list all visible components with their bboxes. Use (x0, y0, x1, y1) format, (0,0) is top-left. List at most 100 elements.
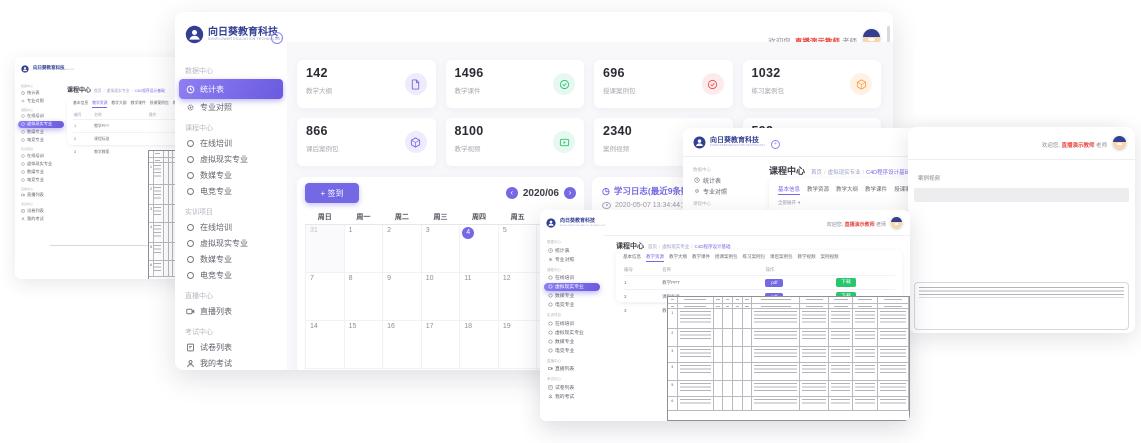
calendar-day[interactable]: 1 (344, 225, 383, 273)
sidebar-item-1-2[interactable]: 数媒专业 (179, 168, 283, 183)
calendar-day[interactable]: 23 (383, 369, 422, 371)
calendar-day[interactable]: 3 (421, 225, 460, 273)
sidebar-item-2-0[interactable]: 在线培训 (18, 152, 64, 160)
sidebar-item-1-1[interactable]: 虚拟现实专业 (18, 121, 64, 129)
sidebar-item-0-1[interactable]: 专业对照 (18, 97, 64, 105)
sidebar-item-2-2[interactable]: 数媒专业 (179, 252, 283, 267)
calendar-day[interactable]: 25 (460, 369, 499, 371)
tab-6[interactable]: 课后案例包 (770, 254, 793, 262)
sidebar-item-0-0[interactable]: 统计表 (18, 89, 64, 97)
avatar[interactable] (1113, 136, 1126, 149)
sidebar-item-1-3[interactable]: 电竞专业 (179, 184, 283, 199)
tab-0[interactable]: 基本信息 (73, 101, 88, 108)
tab-1[interactable]: 教学资源 (807, 185, 829, 195)
tab-4[interactable]: 授课案例包 (715, 254, 738, 262)
calendar-day[interactable]: 26 (498, 369, 537, 371)
collapse-sidebar-icon[interactable]: + (771, 140, 780, 149)
tab-case-video[interactable]: 案例视频 (918, 174, 940, 182)
calendar-day[interactable]: 22 (344, 369, 383, 371)
sidebar-item-4-0[interactable]: 试卷列表 (179, 340, 283, 355)
calendar-day[interactable]: 17 (421, 321, 460, 369)
sidebar-item-3-0[interactable]: 直播列表 (18, 192, 64, 200)
tab-3[interactable]: 教学课件 (865, 185, 887, 195)
calendar-day[interactable]: 2 (383, 225, 422, 273)
sidebar-item-1-1[interactable]: 虚拟现实专业 (179, 152, 283, 167)
sidebar-item-2-3[interactable]: 电竞专业 (18, 176, 64, 184)
tab-2[interactable]: 教学大纲 (836, 185, 858, 195)
sidebar-item-2-2[interactable]: 数媒专业 (18, 168, 64, 176)
calendar-day[interactable]: 19 (498, 321, 537, 369)
sidebar-item-1-0[interactable]: 在线培训 (179, 136, 283, 151)
sidebar-item-0-0[interactable]: 统计表 (689, 175, 761, 185)
collapse-sidebar-icon[interactable]: + (271, 32, 283, 44)
tab-7[interactable]: 教学视频 (798, 254, 816, 262)
pdf-tag-button[interactable]: pdf (765, 279, 783, 287)
calendar-day[interactable]: 10 (421, 273, 460, 321)
sidebar-item-0-1[interactable]: 专业对照 (689, 186, 761, 196)
tab-0[interactable]: 基本信息 (778, 185, 800, 195)
sidebar-item-2-1[interactable]: 虚拟现实专业 (179, 236, 283, 251)
tab-3[interactable]: 教学课件 (131, 101, 146, 108)
sidebar-item-1-0[interactable]: 在线培训 (544, 274, 600, 283)
calendar-prev-icon[interactable]: ‹ (506, 187, 518, 199)
tab-8[interactable]: 案例视频 (821, 254, 839, 262)
tab-0[interactable]: 基本信息 (623, 254, 641, 262)
sidebar-item-3-0[interactable]: 直播列表 (179, 304, 283, 319)
sidebar-item-1-2[interactable]: 数媒专业 (544, 292, 600, 301)
sidebar-item-2-3[interactable]: 电竞专业 (179, 268, 283, 283)
tab-5[interactable]: 练习案例包 (743, 254, 766, 262)
section-banner[interactable] (914, 188, 1129, 202)
sidebar-item-1-3[interactable]: 电竞专业 (18, 137, 64, 145)
download-button[interactable]: 下载 (836, 278, 856, 287)
breadcrumb-home[interactable]: 首页 (648, 244, 657, 249)
sidebar-item-4-0[interactable]: 试卷列表 (18, 207, 64, 215)
calendar-day[interactable]: 8 (344, 273, 383, 321)
sidebar-item-4-0[interactable]: 试卷列表 (544, 383, 600, 392)
tab-1[interactable]: 教学资源 (646, 254, 664, 262)
sidebar-item-0-1[interactable]: 专业对照 (179, 100, 283, 115)
tab-4[interactable]: 授课案例包 (150, 101, 169, 108)
sidebar-item-0-0[interactable]: 统计表 (544, 246, 600, 255)
sidebar-item-2-0[interactable]: 在线培训 (179, 220, 283, 235)
sidebar-item-0-1[interactable]: 专业对照 (544, 255, 600, 264)
breadcrumb-major[interactable]: 虚拟现实专业 (828, 170, 861, 176)
tab-2[interactable]: 教学大纲 (669, 254, 687, 262)
calendar-day[interactable]: 12 (498, 273, 537, 321)
calendar-day[interactable]: 11 (460, 273, 499, 321)
sidebar-item-1-0[interactable]: 在线培训 (18, 113, 64, 121)
breadcrumb-major[interactable]: 虚拟现实专业 (662, 244, 689, 249)
sidebar-item-3-0[interactable]: 直播列表 (544, 365, 600, 374)
calendar-day[interactable]: 7 (306, 273, 345, 321)
sidebar-item-2-2[interactable]: 数媒专业 (544, 337, 600, 346)
sidebar-item-2-0[interactable]: 在线培训 (544, 319, 600, 328)
tab-2[interactable]: 教学大纲 (111, 101, 126, 108)
breadcrumb-home[interactable]: 首页 (94, 89, 102, 93)
expand-all-label[interactable]: 全部展开 (778, 200, 796, 206)
sidebar-item-0-0[interactable]: 统计表 (179, 79, 283, 99)
sidebar-item-4-1[interactable]: 我的考试 (544, 392, 600, 401)
calendar-day[interactable]: 15 (344, 321, 383, 369)
course-description-box[interactable] (914, 282, 1129, 330)
sidebar-item-2-1[interactable]: 虚拟现实专业 (18, 160, 64, 168)
tab-3[interactable]: 教学课件 (692, 254, 710, 262)
breadcrumb-major[interactable]: 虚拟现实专业 (107, 89, 130, 93)
calendar-day[interactable]: 24 (421, 369, 460, 371)
calendar-day[interactable]: 9 (383, 273, 422, 321)
tab-1[interactable]: 教学资源 (92, 101, 107, 108)
calendar-day[interactable]: 4 (460, 225, 499, 273)
sidebar-item-4-1[interactable]: 我的考试 (179, 356, 283, 370)
calendar-day[interactable]: 16 (383, 321, 422, 369)
sidebar-item-2-1[interactable]: 虚拟现实专业 (544, 328, 600, 337)
calendar-day[interactable]: 14 (306, 321, 345, 369)
sidebar-item-1-2[interactable]: 数媒专业 (18, 129, 64, 137)
avatar[interactable] (891, 217, 902, 228)
breadcrumb-home[interactable]: 首页 (811, 170, 822, 176)
checkin-button[interactable]: + 签到 (305, 183, 359, 203)
sidebar-item-2-3[interactable]: 电竞专业 (544, 346, 600, 355)
calendar-next-icon[interactable]: › (564, 187, 576, 199)
sidebar-item-1-3[interactable]: 电竞专业 (544, 301, 600, 310)
calendar-selected-day[interactable]: 4 (462, 227, 474, 239)
sidebar-item-1-1[interactable]: 虚拟现实专业 (544, 283, 600, 292)
calendar-day[interactable]: 31 (306, 225, 345, 273)
calendar-day[interactable]: 21 (306, 369, 345, 371)
